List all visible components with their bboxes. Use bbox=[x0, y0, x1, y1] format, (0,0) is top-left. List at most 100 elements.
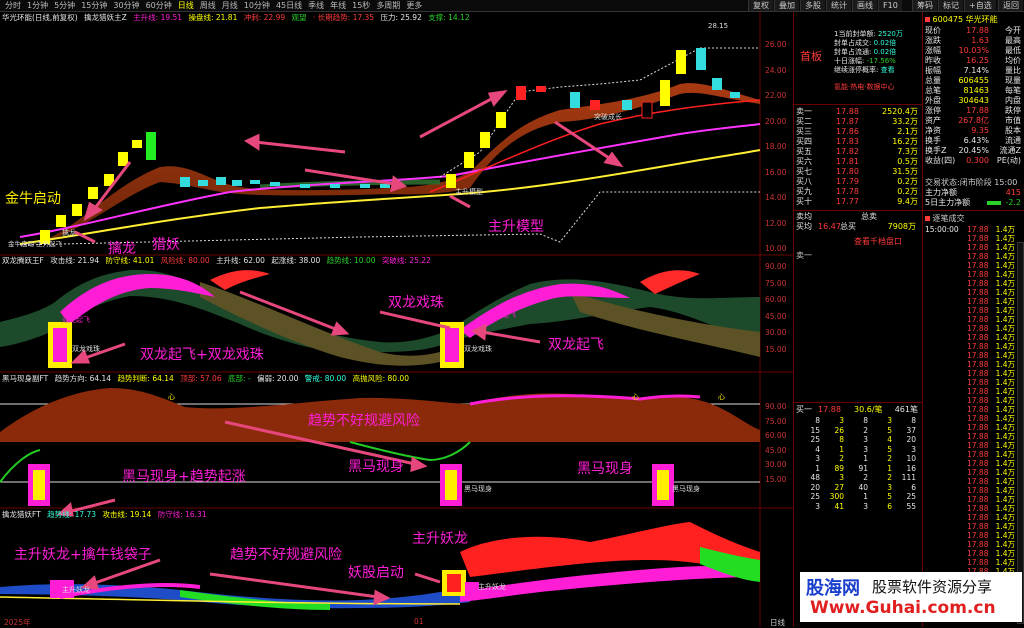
indicator-name: 擒龙猎妖主Z bbox=[84, 13, 127, 22]
stock-title: 华光环能(日线,前复权) bbox=[2, 13, 78, 22]
timeframe-tab[interactable]: 年线 bbox=[327, 0, 349, 11]
timeframe-tab[interactable]: 1分钟 bbox=[24, 0, 51, 11]
trade-grid-cell: 37 bbox=[906, 425, 916, 435]
candle bbox=[696, 48, 706, 70]
tick-volume: 1.4万 bbox=[995, 369, 1015, 378]
timeframe-tab[interactable]: 多周期 bbox=[373, 0, 403, 11]
quote-field-row: 资产 267.8亿 市值 bbox=[925, 116, 1023, 126]
trade-grid-cell: 8 bbox=[911, 416, 916, 425]
timeframe-tab[interactable]: 月线 bbox=[219, 0, 241, 11]
trade-grid-cell: 20 bbox=[906, 435, 916, 444]
timeframe-tab[interactable]: 15分钟 bbox=[78, 0, 110, 11]
tick-volume: 1.4万 bbox=[995, 531, 1015, 540]
timeframe-tab[interactable]: 日线 bbox=[175, 0, 197, 11]
trade-grid-cell: 10 bbox=[906, 454, 916, 463]
toolbar-button[interactable]: 标记 bbox=[938, 0, 963, 11]
axis-tick-label: 30.00 bbox=[765, 460, 787, 469]
tick-row: 17.88 1.4万 bbox=[925, 387, 1023, 396]
limit-up-line: 1当前封单额: 2520万 bbox=[834, 30, 920, 39]
limit-up-key: 封单占成交: bbox=[834, 39, 872, 47]
order-level-price: 17.77 bbox=[836, 197, 859, 206]
timeframe-tab[interactable]: 30分钟 bbox=[110, 0, 142, 11]
quote-key: 换手Z bbox=[925, 146, 947, 155]
timeframe-tab[interactable]: 15秒 bbox=[349, 0, 373, 11]
quote-value: 1.63 bbox=[971, 36, 989, 45]
toolbar-button[interactable]: 筹码 bbox=[912, 0, 937, 11]
candle bbox=[712, 78, 722, 90]
limit-up-value: 0.02倍 bbox=[871, 39, 897, 47]
candle bbox=[676, 50, 686, 74]
timeframe-tab[interactable]: 更多 bbox=[403, 0, 425, 11]
chart-area bbox=[0, 12, 793, 627]
order-level-row: 买九 17.78 0.2万 bbox=[796, 187, 920, 197]
candle bbox=[198, 180, 208, 186]
tick-price: 17.88 bbox=[967, 477, 989, 486]
candle bbox=[88, 187, 98, 199]
toolbar-button[interactable]: 返回 bbox=[998, 0, 1023, 11]
tick-price: 17.88 bbox=[967, 495, 989, 504]
tick-volume: 1.4万 bbox=[995, 261, 1015, 270]
period-label[interactable]: 日线 bbox=[770, 617, 785, 628]
trade-grid-cell: 48 bbox=[810, 473, 820, 482]
candle bbox=[72, 204, 82, 216]
axis-tick-label: 60.00 bbox=[765, 431, 787, 440]
order-level-label: 买五 bbox=[796, 147, 812, 156]
candle bbox=[570, 92, 580, 108]
quote-key2: 流通Z bbox=[999, 146, 1021, 155]
timeframe-tab[interactable]: 5分钟 bbox=[51, 0, 78, 11]
axis-tick-label: 90.00 bbox=[765, 262, 787, 271]
order-level-price: 17.87 bbox=[836, 117, 859, 126]
tick-volume: 1.4万 bbox=[995, 486, 1015, 495]
tick-volume: 1.4万 bbox=[995, 522, 1015, 531]
quote-key2: 今开 bbox=[1005, 26, 1021, 35]
order-level-row: 买三 17.86 2.1万 bbox=[796, 127, 920, 137]
candle bbox=[496, 112, 506, 128]
axis-tick-label: 24.00 bbox=[765, 65, 787, 75]
axis-tick-label: 26.00 bbox=[765, 40, 787, 49]
tick-price: 17.88 bbox=[967, 225, 989, 234]
toolbar-button[interactable]: +自选 bbox=[964, 0, 996, 11]
tick-row: 17.88 1.4万 bbox=[925, 513, 1023, 522]
tick-price: 17.88 bbox=[967, 414, 989, 423]
axis-tick-label: 90.00 bbox=[765, 402, 787, 411]
shouban-title: 首板 bbox=[800, 50, 822, 63]
tick-row: 17.88 1.4万 bbox=[925, 549, 1023, 558]
limit-up-key: 封单占流通: bbox=[834, 48, 872, 56]
magenta-line bbox=[19, 123, 761, 238]
trade-grid-row: 15 26 2 5 37 bbox=[796, 426, 920, 436]
concept-tags[interactable]: 氢能·热电·数据中心 bbox=[834, 82, 894, 92]
quote-field-row: 涨幅 10.03% 最低 bbox=[925, 46, 1023, 56]
timeframe-tab[interactable]: 周线 bbox=[197, 0, 219, 11]
toolbar-button[interactable]: 统计 bbox=[826, 0, 851, 11]
tick-volume: 1.4万 bbox=[995, 558, 1015, 567]
toolbar-button[interactable]: 叠加 bbox=[774, 0, 799, 11]
quote-field-row: 收益(四) 0.300 PE(动) bbox=[925, 156, 1023, 166]
timeframe-tab[interactable]: 分时 bbox=[2, 0, 24, 11]
timeframe-tab[interactable]: 10分钟 bbox=[241, 0, 273, 11]
toolbar-button[interactable]: 多股 bbox=[800, 0, 825, 11]
quote-key2: 跌停 bbox=[1005, 106, 1021, 115]
toolbar-button[interactable]: 复权 bbox=[748, 0, 773, 11]
quote-key2: 现量 bbox=[1005, 76, 1021, 85]
trade-grid-cell: 5 bbox=[887, 444, 892, 454]
trade-grid-cell: 40 bbox=[858, 482, 868, 492]
tick-row: 17.88 1.4万 bbox=[925, 495, 1023, 504]
toolbar-button[interactable]: 画线 bbox=[852, 0, 877, 11]
timeframe-tab[interactable]: 季线 bbox=[305, 0, 327, 11]
order-level-volume: 0.5万 bbox=[897, 157, 918, 166]
toolbar-button[interactable]: F10 bbox=[878, 0, 902, 11]
timeframe-tab[interactable]: 45日线 bbox=[273, 0, 305, 11]
tick-volume: 1.4万 bbox=[995, 342, 1015, 351]
quote-field-row: 总量 606455 现量 bbox=[925, 76, 1023, 86]
quote-key2: 市值 bbox=[1005, 116, 1021, 125]
trade-grid-row: 8 3 8 3 8 bbox=[796, 416, 920, 426]
quote-value: 0.300 bbox=[966, 156, 989, 165]
quote-value: 606455 bbox=[958, 76, 989, 85]
quote-key2: 均价 bbox=[1005, 56, 1021, 65]
timeframe-tab[interactable]: 60分钟 bbox=[143, 0, 175, 11]
tick-price: 17.88 bbox=[967, 288, 989, 297]
orderbook-depth-link[interactable]: 查看千档盘口 bbox=[854, 236, 902, 247]
tick-scrollbar[interactable] bbox=[1017, 242, 1024, 624]
tick-list: 15:00:00 17.88 1.4万 17.88 1.4万 17.88 1.4万 17.88… bbox=[925, 225, 1023, 594]
tick-volume: 1.4万 bbox=[995, 324, 1015, 333]
